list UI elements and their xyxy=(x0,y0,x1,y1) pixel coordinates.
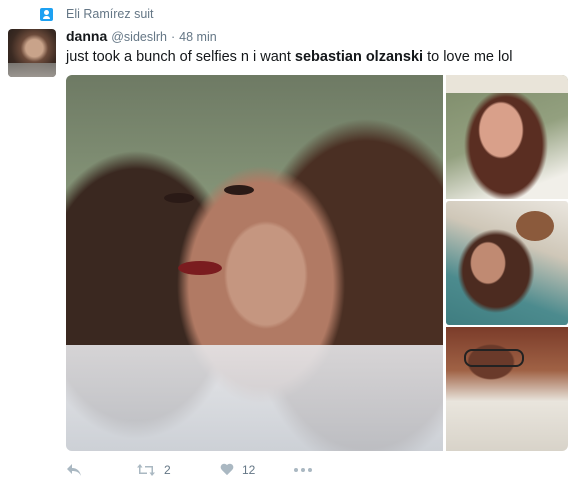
retweet-icon xyxy=(137,464,155,476)
photo-top-right[interactable] xyxy=(446,75,568,199)
tweet-actions: 2 12 xyxy=(66,459,334,481)
retweet-count: 2 xyxy=(164,463,171,477)
reply-icon xyxy=(67,464,81,476)
retweet-button[interactable]: 2 xyxy=(136,459,220,481)
author-name[interactable]: danna xyxy=(66,28,107,44)
photo-detail xyxy=(516,211,554,241)
photo-detail xyxy=(224,185,254,195)
author-handle[interactable]: @sideslrh xyxy=(111,30,167,44)
social-context-text[interactable]: Eli Ramírez suit xyxy=(66,7,154,21)
photo-detail xyxy=(178,261,222,275)
like-button[interactable]: 12 xyxy=(220,459,294,481)
photo-detail xyxy=(164,193,194,203)
follow-user-icon xyxy=(40,7,53,21)
more-button[interactable] xyxy=(294,459,334,481)
separator: · xyxy=(171,30,176,44)
photo-detail xyxy=(66,345,443,451)
photo-main[interactable] xyxy=(66,75,443,451)
mention-name: sebastian olzanski xyxy=(294,49,424,65)
more-icon xyxy=(294,468,312,472)
like-count: 12 xyxy=(242,463,256,477)
tweet-text: just took a bunch of selfies n i want se… xyxy=(66,49,513,65)
tweet-text-end: to love me lol xyxy=(423,49,513,65)
heart-icon xyxy=(220,464,234,476)
reply-button[interactable] xyxy=(66,459,136,481)
tweet-header: danna @sideslrh · 48 min xyxy=(66,28,217,46)
avatar[interactable] xyxy=(8,29,56,77)
photo-detail xyxy=(464,349,524,367)
photo-detail xyxy=(446,75,568,93)
photo-bottom-right[interactable] xyxy=(446,327,568,451)
tweet-text-start: just took a bunch of selfies n i want xyxy=(66,49,295,65)
photo-middle-right[interactable] xyxy=(446,201,568,325)
timestamp[interactable]: 48 min xyxy=(179,30,217,44)
social-context: Eli Ramírez suit xyxy=(40,6,154,22)
